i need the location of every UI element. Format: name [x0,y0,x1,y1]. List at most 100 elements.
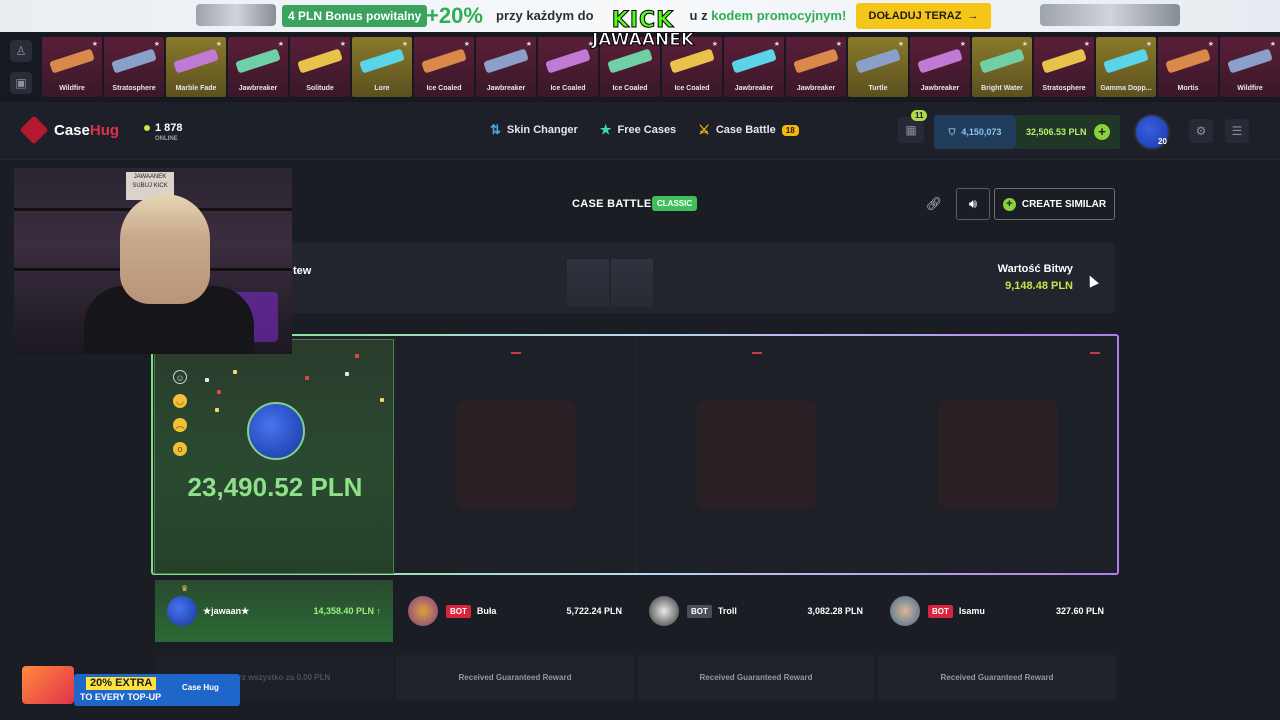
nav-free-cases[interactable]: ★ Free Cases [600,122,676,138]
player-card[interactable]: BOT Troll 3,082.28 PLN [637,580,875,642]
star-icon: ★ [1207,41,1214,48]
drop-label: Marble Fade [175,85,217,92]
drop-label: Mortis [1177,85,1199,92]
drop-item[interactable]: ★ Jawbreaker [786,37,846,97]
menu-hamburger-icon[interactable]: ☰ [1225,119,1249,143]
drop-item[interactable]: ★ Jawbreaker [476,37,536,97]
reaction-bar: ☺ ◡ ︵ o [173,370,187,456]
star-icon: ★ [959,41,966,48]
battle-info-bar: tew Wartość Bitwy 9,148.48 PLN [155,243,1115,313]
player-card[interactable]: BOT Buła 5,722.24 PLN [396,580,634,642]
wallet-balance[interactable]: 32,506.53 PLN + [1016,115,1120,149]
weapon-image [421,48,467,74]
winner-amount: 23,490.52 PLN [187,472,363,502]
topup-promo-ad[interactable]: 20% EXTRA TO EVERY TOP-UP Case Hug [22,660,240,706]
drop-label: Solitude [306,85,334,92]
drop-item[interactable]: ★ Bright Water [972,37,1032,97]
star-icon: ★ [711,41,718,48]
thumbs-down-icon [938,400,1058,510]
weapon-image [297,48,343,74]
drop-item[interactable]: ★ Gamma Dopp... [1096,37,1156,97]
star-icon: ★ [897,41,904,48]
topup-now-button[interactable]: DOŁADUJ TERAZ → [856,3,991,29]
emoji-shock-icon[interactable]: o [173,442,187,456]
drop-item[interactable]: ★ Solitude [290,37,350,97]
weapon-image [793,48,839,74]
star-icon: ★ [1083,41,1090,48]
emoji-sad-icon[interactable]: ︵ [173,418,187,432]
drop-label: Jawbreaker [486,85,526,92]
weapon-image [235,48,281,74]
drop-item[interactable]: ★ Stratosphere [104,37,164,97]
drop-label: Jawbreaker [920,85,960,92]
rifle-image [1040,4,1180,26]
drop-item[interactable]: ★ Turtle [848,37,908,97]
gift-count-badge: 11 [911,110,928,121]
weapon-image [1041,48,1087,74]
weapon-image [483,48,529,74]
streamer-webcam: JAWAANEK SUBUJ KICK [14,168,292,354]
battle-arena: ☺ ◡ ︵ o 23,490.52 PLN [151,334,1119,575]
case-battle-count-badge: 18 [781,124,799,136]
player-slot [395,336,635,573]
smiley-icon[interactable]: ☺ [173,370,187,384]
weapon-image [1103,48,1149,74]
nav-skin-changer[interactable]: ⇅ Skin Changer [490,122,578,138]
online-counter: 1 878 ONLINE [144,122,183,142]
mode-badge: CLASSIC [652,196,698,211]
weapon-image [607,48,653,74]
case-thumbnail[interactable] [567,259,609,307]
casehug-logo[interactable]: CaseHug [19,115,119,145]
drop-item[interactable]: ★ Marble Fade [166,37,226,97]
weapon-image [1165,48,1211,74]
star-icon: ★ [835,41,842,48]
sound-icon[interactable]: 🔊︎ [956,188,990,220]
coins-balance[interactable]: ⛉ 4,150,073 [934,115,1016,149]
drop-item[interactable]: ★ Lore [352,37,412,97]
user-filter-icon[interactable]: ♙ [10,40,32,62]
avatar [649,596,679,626]
main-nav: ⇅ Skin Changer ★ Free Cases ⚔ Case Battl… [490,122,799,138]
bonus-percent: +20% [426,3,483,28]
player-slot [877,336,1117,573]
drop-label: Ice Coaled [612,85,648,92]
arrow-right-icon: → [967,10,979,22]
weapon-image [111,48,157,74]
drop-item[interactable]: ★ Jawbreaker [724,37,784,97]
avatar [408,596,438,626]
star-icon: ★ [599,122,612,137]
drop-item[interactable]: ★ Jawbreaker [228,37,288,97]
streamer [120,194,210,304]
drop-label: Stratosphere [112,85,156,92]
winner-slot: ☺ ◡ ︵ o 23,490.52 PLN [154,339,394,574]
stream-overlay-text: KICK JAWAANEK [591,8,695,50]
drop-item[interactable]: ★ Ice Coaled [414,37,474,97]
avatar [890,596,920,626]
weapon-image [173,48,219,74]
battle-value: 9,148.48 PLN [1005,280,1073,292]
drop-label: Ice Coaled [674,85,710,92]
rifle-image [196,4,276,26]
create-similar-button[interactable]: + CREATE SIMILAR [994,188,1115,220]
link-icon[interactable]: 🔗︎ [917,188,951,220]
drop-item[interactable]: ★ Mortis [1158,37,1218,97]
drop-label: Lore [374,85,390,92]
case-thumbnail[interactable] [611,259,653,307]
feed-filter: ♙ ▣ [0,32,42,102]
guaranteed-reward: Received Guaranteed Reward [637,655,875,700]
emoji-laugh-icon[interactable]: ◡ [173,394,187,408]
drop-item[interactable]: ★ Jawbreaker [910,37,970,97]
thumbs-down-icon [697,400,817,510]
bot-badge: BOT [687,604,712,618]
drop-item[interactable]: ★ Stratosphere [1034,37,1094,97]
add-funds-button[interactable]: + [1094,124,1110,140]
case-filter-icon[interactable]: ▣ [10,72,32,94]
drop-item[interactable]: ★ Wildfire [42,37,102,97]
settings-gear-icon[interactable]: ⚙ [1189,119,1213,143]
player-card[interactable]: BOT Isamu 327.60 PLN [878,580,1116,642]
weapon-image [545,48,591,74]
drop-item[interactable]: ★ Wildfire [1220,37,1280,97]
star-icon: ★ [153,41,160,48]
nav-case-battle[interactable]: ⚔ Case Battle 18 [698,122,799,138]
player-card[interactable]: ♛ ★jawaan★ 14,358.40 PLN ↑ [155,580,393,642]
